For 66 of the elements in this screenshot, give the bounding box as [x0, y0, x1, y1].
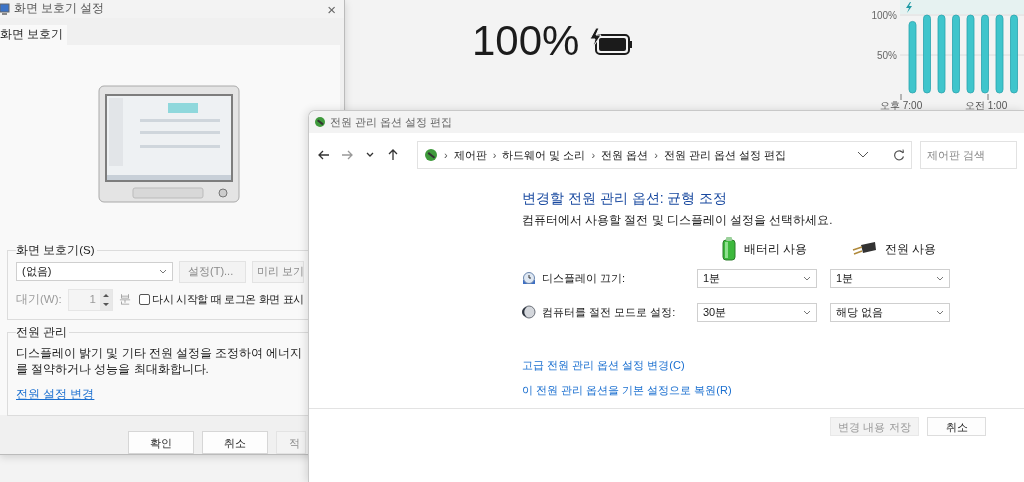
page-heading: 변경할 전원 관리 옵션: 균형 조정	[522, 189, 729, 208]
group-label: 화면 보호기(S)	[16, 243, 96, 259]
chevron-icon	[936, 309, 944, 315]
search-field[interactable]: 제어판 검색	[920, 141, 1017, 169]
chevron-icon	[936, 275, 944, 281]
dialog-button[interactable]: 취소	[927, 417, 986, 437]
forward-icon	[340, 148, 354, 162]
address-bar[interactable]: › 제어판 › 하드웨어 및 소리 › 전원 옵션 › 전원 관리 옵션 설정 편집	[417, 141, 912, 169]
charging-icon	[906, 2, 912, 13]
monitor-icon	[0, 3, 10, 15]
tab[interactable]: 화면 보호기	[0, 25, 68, 46]
settings-link[interactable]: 고급 전원 관리 옵션 설정 변경(C)	[522, 357, 685, 374]
dialog-button[interactable]: 취소	[202, 431, 268, 455]
battery-percentage: 100%	[472, 16, 580, 66]
row-label: 디스플레이 끄기:	[542, 271, 626, 286]
chevron-icon	[159, 269, 167, 274]
nav-button[interactable]	[386, 148, 400, 162]
field-label: 대기(W):	[16, 291, 63, 307]
power-options-icon	[314, 116, 326, 128]
description-text: 디스플레이 밝기 및 기타 전원 설정을 조정하여 에너지를 절약하거나 성능을 최대화합니다.	[16, 345, 304, 378]
battery-icon	[722, 237, 736, 262]
setting-dropdown[interactable]: 30분	[697, 302, 817, 322]
unit-label: 분	[119, 291, 132, 307]
column-label: 배터리 사용	[744, 241, 808, 257]
breadcrumb[interactable]: 전원 관리 옵션 설정 편집	[663, 146, 787, 164]
axis-label: 50%	[877, 50, 897, 61]
tick-mark	[900, 93, 902, 101]
chevron-icon	[803, 309, 811, 315]
separator-icon: ›	[654, 146, 658, 164]
row-label: 컴퓨터를 절전 모드로 설정:	[542, 305, 676, 320]
spin-arrows-icon	[100, 289, 112, 310]
checkbox[interactable]	[139, 294, 150, 305]
axis-label: 100%	[871, 10, 897, 21]
breadcrumb[interactable]: 하드웨어 및 소리	[502, 146, 586, 164]
column-label: 전원 사용	[885, 241, 937, 257]
checkbox-label: 다시 시작할 때 로그온 화면 표시	[152, 291, 305, 307]
window-title: 전원 관리 옵션 설정 편집	[330, 114, 453, 130]
setting-dropdown[interactable]: 1분	[830, 268, 950, 288]
settings-link[interactable]: 이 전원 관리 옵션을 기본 설정으로 복원(R)	[522, 381, 732, 399]
dialog-button[interactable]: 확인	[128, 431, 194, 455]
separator-icon: ›	[444, 146, 448, 164]
back-icon	[317, 148, 331, 162]
breadcrumb[interactable]: 전원 옵션	[601, 146, 649, 164]
power-options-icon	[424, 148, 438, 162]
group-label: 전원 관리	[16, 324, 69, 340]
setting-dropdown[interactable]: 1분	[697, 268, 817, 288]
display-timer-icon	[522, 271, 536, 286]
power-settings-link[interactable]: 전원 설정 변경	[16, 386, 95, 404]
window-title: 화면 보호기 설정	[14, 1, 106, 17]
close-button[interactable]: ×	[327, 1, 336, 17]
moon-icon	[522, 305, 536, 320]
nav-button[interactable]	[317, 148, 331, 162]
separator-icon: ›	[591, 146, 596, 164]
separator-icon: ›	[492, 146, 497, 164]
subheading: 컴퓨터에서 사용할 절전 및 디스플레이 설정을 선택하세요.	[522, 213, 834, 228]
screensaver-dropdown[interactable]: (없음)	[16, 262, 173, 281]
tick-mark	[987, 93, 989, 101]
setting-dropdown[interactable]: 해당 없음	[830, 302, 950, 322]
up-arrow-icon	[386, 148, 400, 162]
power-plug-icon	[851, 241, 877, 258]
chevron-icon	[857, 151, 869, 159]
chevron-icon	[803, 275, 811, 281]
refresh-icon	[893, 149, 905, 161]
breadcrumb[interactable]: 제어판	[453, 146, 487, 164]
axis-label: 오전 1:00	[965, 100, 1008, 111]
axis-label: 오후 7:00	[880, 100, 923, 111]
